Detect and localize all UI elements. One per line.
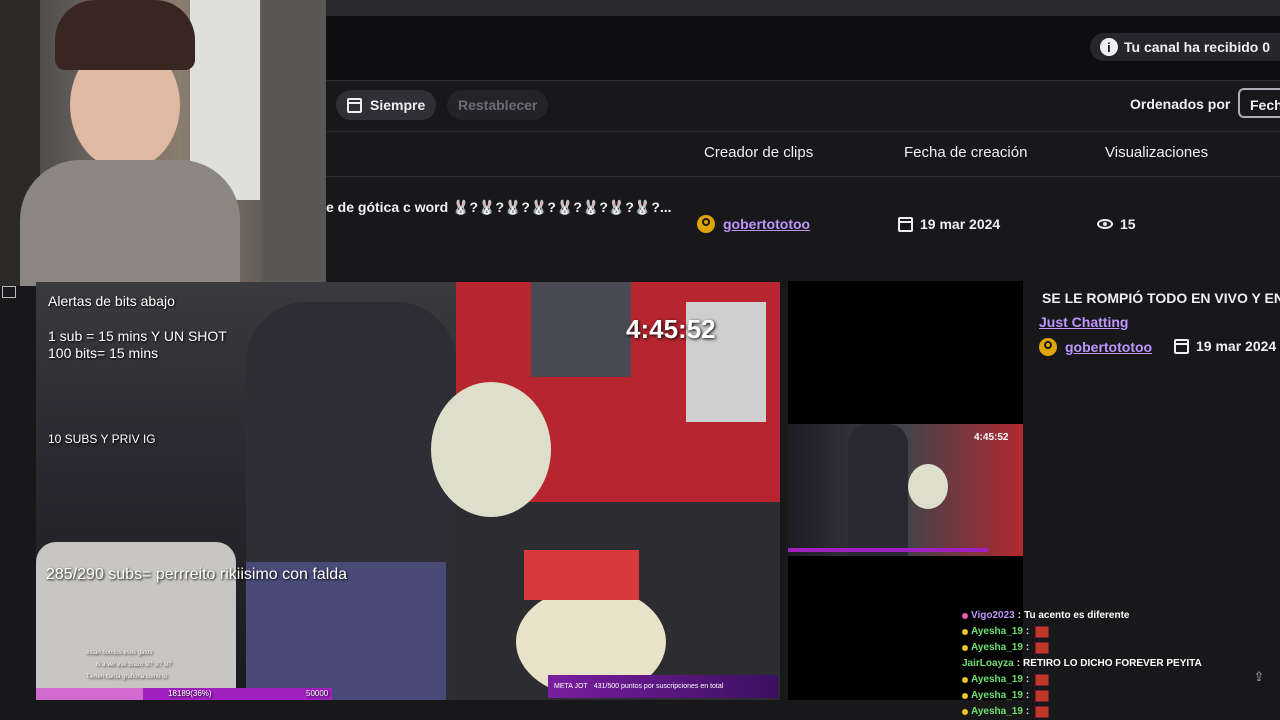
chat-emote-icon [1035,690,1050,702]
chat-overlay: Vigo2023: Tu acento es diferente Ayesha_19… [962,608,1280,720]
mini-bar [788,548,988,552]
row-date: 19 mar 2024 [898,216,1000,232]
eye-icon [1097,219,1113,229]
overlay-chat-1: están bonitos esos gatos [86,650,153,656]
chat-username[interactable]: Ayesha_19 [971,624,1023,640]
chat-badge-icon [962,693,968,699]
clip-detail-date: 19 mar 2024 [1174,338,1276,354]
browser-strip [326,0,1280,16]
clip-detail-title: SE LE ROMPIÓ TODO EN VIVO Y EN [1042,290,1280,306]
chat-separator: : [1025,690,1030,701]
chat-badge-icon [962,709,968,715]
clip-detail-creator-name: gobertototoo [1065,339,1153,355]
overlay-chat-3: Tienen carita gruñona como tú [86,674,168,680]
chat-text: RETIRO LO DICHO FOREVER PEYITA [1023,658,1202,669]
meta-goal-label: META JOT [554,683,588,690]
mini-person [848,424,908,556]
chat-separator: : [1025,642,1030,653]
date-range-button[interactable]: Siempre [336,90,437,120]
chat-message: Ayesha_19: [962,704,1280,720]
chat-emote-icon [1035,674,1050,686]
chat-emote-icon [1035,642,1050,654]
row-views: 15 [1097,216,1136,232]
chat-separator: : [1025,626,1030,637]
chat-badge-icon [962,613,968,619]
overlay-line-3: 10 SUBS Y PRIV IG [48,432,156,446]
alerts-title: Alertas de bits abajo [48,293,175,309]
reset-button[interactable]: Restablecer [447,90,549,120]
sub-goal-left: 18189(36%) [168,689,212,698]
reset-label: Restablecer [458,97,538,113]
chat-username[interactable]: Ayesha_19 [971,688,1023,704]
clip-preview-frame[interactable]: 4:45:52 [788,424,1023,556]
date-range-label: Siempre [370,97,426,113]
column-header-creator[interactable]: Creador de clips [704,144,813,161]
row-creator[interactable]: gobertototoo [697,215,810,233]
user-icon [1039,338,1057,356]
webcam-hair [55,0,195,70]
overlay-toggle-icon [2,286,16,298]
chat-emote-icon [1035,626,1050,638]
calendar-icon [898,216,913,232]
webcam-shirt [20,160,240,286]
sort-select[interactable]: Fech [1238,88,1280,118]
chat-username[interactable]: Vigo2023 [971,608,1015,624]
chat-message: Ayesha_19: [962,624,1280,640]
stream-timer: 4:45:52 [626,314,716,344]
clip-category-link[interactable]: Just Chatting [1039,314,1128,330]
overlay-line-2: 100 bits= 15 mins [48,345,159,361]
chat-message: Ayesha_19: [962,672,1280,688]
sub-goal-right: 50000 [306,689,329,698]
chat-badge-icon [962,629,968,635]
clip-detail-date-text: 19 mar 2024 [1196,338,1277,354]
video-plush [431,382,551,517]
overlay-line-1: 1 sub = 15 mins Y UN SHOT [48,328,227,344]
chat-username[interactable]: JairLoayza [962,656,1014,672]
overlay-line-4: 285/290 subs= perrreito rikiisimo con fa… [46,566,348,583]
stream-video[interactable]: Alertas de bits abajo 1 sub = 15 mins Y … [36,282,780,700]
video-posters [531,282,631,377]
chat-emote-icon [1035,706,1050,718]
notice-text: Tu canal ha recibido 0 [1123,39,1270,55]
mini-plush [908,464,948,509]
info-icon: i [1099,38,1118,56]
overlay-chat-2: is a ver ese brazo si? si? si? [96,662,172,668]
chat-separator: : [1016,658,1021,669]
webcam-feed [0,0,326,286]
row-views-count: 15 [1120,216,1136,232]
chat-separator: : [1025,706,1030,717]
chat-username[interactable]: Ayesha_19 [971,704,1023,720]
row-creator-name: gobertototoo [723,216,811,232]
sort-label: Ordenados por [1130,96,1231,112]
calendar-icon [347,97,362,113]
chat-message: Ayesha_19: [962,640,1280,656]
meta-goal-box: META JOT 431/500 puntos por suscripcione… [548,675,778,698]
chat-message: Vigo2023: Tu acento es diferente [962,608,1280,624]
chat-text: Tu acento es diferente [1024,610,1130,621]
chat-separator: : [1017,610,1022,621]
channel-notice[interactable]: i Tu canal ha recibido 0 [1089,33,1280,61]
chat-message: Ayesha_19: [962,688,1280,704]
chat-username[interactable]: Ayesha_19 [971,672,1023,688]
webcam-background [262,0,326,286]
user-icon [697,215,715,233]
column-header-views[interactable]: Visualizaciones [1105,144,1208,161]
row-date-text: 19 mar 2024 [920,216,1001,232]
chat-badge-icon [962,677,968,683]
chat-badge-icon [962,645,968,651]
chat-message: JairLoayza: RETIRO LO DICHO FOREVER PEYIT… [962,656,1280,672]
mini-timer: 4:45:52 [974,432,1009,443]
column-header-date[interactable]: Fecha de creación [904,144,1027,161]
clip-detail-creator[interactable]: gobertototoo [1039,338,1152,356]
chat-username[interactable]: Ayesha_19 [971,640,1023,656]
calendar-icon [1174,338,1189,354]
meta-goal-text: 431/500 puntos por suscripciones en tota… [593,683,724,690]
chat-separator: : [1025,674,1030,685]
clip-title[interactable]: e de gótica c word 🐰?🐰?🐰?🐰?🐰?🐰?🐰?🐰?... [326,199,672,216]
video-box [524,550,639,600]
